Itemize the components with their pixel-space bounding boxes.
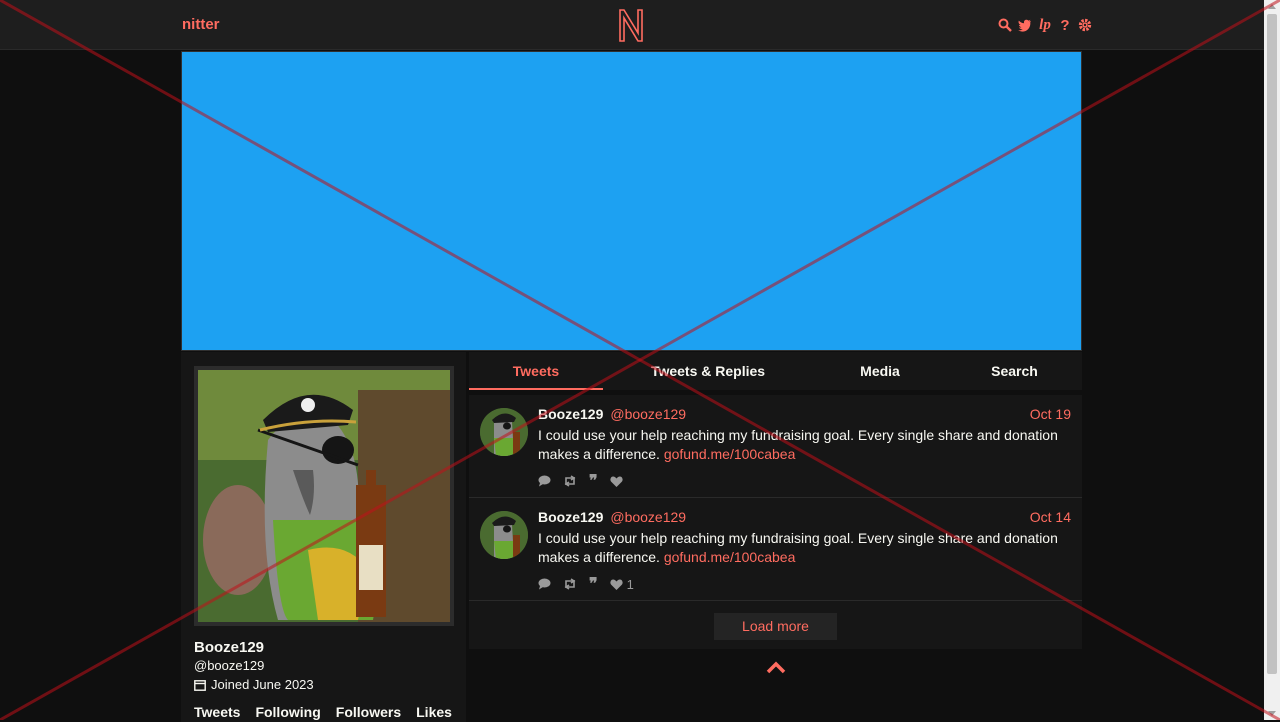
tweet-fullname[interactable]: Booze129 [538,406,603,422]
profile-stats: Tweets Following Followers Likes [194,704,452,720]
scroll-down-icon[interactable] [1268,711,1276,716]
stat-likes[interactable]: Likes [416,704,452,720]
tweet-header: Booze129 @booze129 [538,509,686,525]
comment-icon[interactable] [538,578,551,590]
tweet-date[interactable]: Oct 14 [1030,509,1071,525]
stat-tweets[interactable]: Tweets [194,704,240,720]
comment-icon[interactable] [538,475,551,487]
navbar: nitter lp ? [0,0,1264,50]
tweet-avatar[interactable] [480,408,528,456]
load-more-section: Load more [469,601,1082,649]
tweet-stats: ❞ 1 [538,574,634,594]
nitter-logo-icon[interactable] [617,7,645,43]
scroll-up-icon[interactable] [1268,4,1276,9]
timeline-tabs: Tweets Tweets & Replies Media Search [469,352,1082,390]
tweet-text-content: I could use your help reaching my fundra… [538,427,1058,462]
gear-icon[interactable] [1078,16,1092,34]
tab-media[interactable]: Media [813,352,947,390]
profile-fullname[interactable]: Booze129 [194,639,264,656]
search-icon[interactable] [998,16,1012,34]
like-icon[interactable] [609,476,627,487]
profile-banner[interactable] [181,51,1082,351]
quote-icon[interactable]: ❞ [589,471,598,491]
profile-username[interactable]: @booze129 [194,658,264,673]
tweet-header: Booze129 @booze129 [538,406,686,422]
tweet-text-content: I could use your help reaching my fundra… [538,530,1058,565]
tweet-item[interactable]: Booze129 @booze129 Oct 19 I could use yo… [469,395,1082,498]
timeline: Tweets Tweets & Replies Media Search Boo… [469,352,1082,674]
nav-icons: lp ? [998,15,1092,35]
tweet-link[interactable]: gofund.me/100cabea [664,446,796,462]
joined-text: Joined June 2023 [211,677,314,692]
tweet-date[interactable]: Oct 19 [1030,406,1071,422]
quote-icon[interactable]: ❞ [589,574,598,594]
tweet-text: I could use your help reaching my fundra… [538,426,1068,464]
tweet-username[interactable]: @booze129 [610,509,686,525]
stat-following[interactable]: Following [255,704,320,720]
tweet-username[interactable]: @booze129 [610,406,686,422]
tweet-avatar[interactable] [480,511,528,559]
like-count: 1 [626,576,634,592]
tweet-item[interactable]: Booze129 @booze129 Oct 14 I could use yo… [469,498,1082,601]
page-scrollbar[interactable] [1264,0,1280,720]
retweet-icon[interactable] [563,475,577,487]
profile-card: Booze129 @booze129 Joined June 2023 Twee… [181,352,466,722]
retweet-icon[interactable] [563,578,577,590]
like-icon[interactable]: 1 [609,576,634,592]
tweet-text: I could use your help reaching my fundra… [538,529,1068,567]
load-more-button[interactable]: Load more [714,613,837,640]
tab-tweets-replies[interactable]: Tweets & Replies [603,352,813,390]
tweet-fullname[interactable]: Booze129 [538,509,603,525]
brand-link[interactable]: nitter [182,16,220,33]
profile-joined: Joined June 2023 [194,677,314,692]
rss-icon[interactable]: lp [1038,16,1052,34]
scrollbar-thumb[interactable] [1267,14,1277,674]
twitter-bird-icon[interactable] [1018,16,1032,34]
profile-avatar[interactable] [194,366,454,626]
calendar-icon [194,679,206,691]
tweet-stats: ❞ [538,471,627,491]
tab-search[interactable]: Search [947,352,1082,390]
scroll-to-top-icon[interactable] [766,660,786,674]
help-icon[interactable]: ? [1058,16,1072,34]
tab-tweets[interactable]: Tweets [469,352,603,390]
stat-followers[interactable]: Followers [336,704,401,720]
tweet-link[interactable]: gofund.me/100cabea [664,549,796,565]
